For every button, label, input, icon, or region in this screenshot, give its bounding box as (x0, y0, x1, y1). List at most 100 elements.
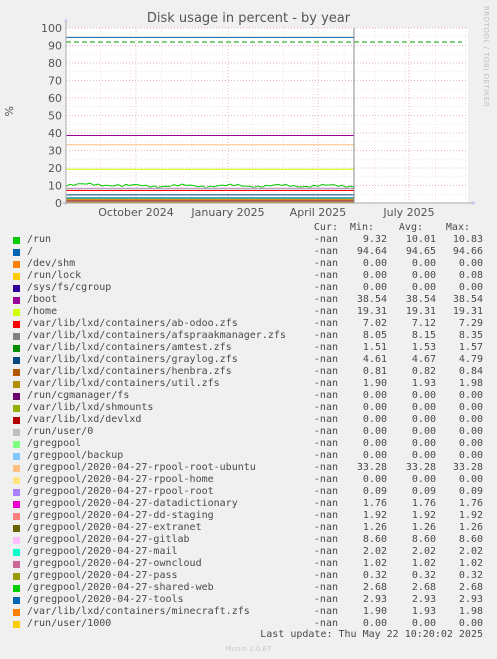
legend-swatch (13, 585, 20, 592)
legend-series-name: /var/lib/lxd/containers/graylog.zfs (27, 354, 238, 365)
legend-max-value: 4.79 (458, 354, 483, 365)
legend-max-value: 0.00 (458, 474, 483, 485)
x-tick-label: July 2025 (382, 206, 434, 219)
legend-swatch (13, 345, 20, 352)
legend-row: /gregpool/2020-04-27-gitlab -nan 8.60 8.60 8… (0, 534, 497, 546)
legend-row: /var/lib/lxd/containers/amtest.zfs -nan 1.… (0, 342, 497, 354)
legend-series-name: /gregpool/2020-04-27-gitlab (27, 534, 190, 545)
legend-max-value: 94.66 (452, 246, 483, 257)
legend-swatch (13, 489, 20, 496)
legend-row: /run -nan 9.32 10.01 10.83 (0, 234, 497, 246)
legend-series-name: /var/lib/lxd/containers/ab-odoo.zfs (27, 318, 238, 329)
legend-row: /boot -nan 38.54 38.54 38.54 (0, 294, 497, 306)
legend-row: /run/lock -nan 0.00 0.00 0.08 (0, 270, 497, 282)
legend-row: /gregpool -nan 0.00 0.00 0.00 (0, 438, 497, 450)
legend-row: /gregpool/backup -nan 0.00 0.00 0.00 (0, 450, 497, 462)
legend-max-value: 2.02 (458, 546, 483, 557)
legend-series-name: /gregpool (27, 438, 82, 449)
legend-series-name: /var/lib/lxd/containers/amtest.zfs (27, 342, 232, 353)
legend-swatch (13, 333, 20, 340)
y-axis-arrow (64, 18, 68, 22)
y-tick-label: 60 (48, 92, 62, 105)
legend-row: /run/cgmanager/fs -nan 0.00 0.00 0.00 (0, 390, 497, 402)
y-tick-label: 70 (48, 75, 62, 88)
legend-col-max: Max: (445, 222, 470, 233)
x-tick-label: January 2025 (190, 206, 264, 219)
legend-series-name: /var/lib/lxd/containers/henbra.zfs (27, 366, 232, 377)
legend-max-value: 1.26 (458, 522, 483, 533)
legend-series-name: /gregpool/2020-04-27-rpool-home (27, 474, 214, 485)
legend-swatch (13, 477, 20, 484)
legend-swatch (13, 429, 20, 436)
legend-series-name: / (27, 246, 34, 257)
x-tick-label: October 2024 (98, 206, 174, 219)
legend-max-value: 0.00 (458, 258, 483, 269)
legend-swatch (13, 465, 20, 472)
legend-swatch (13, 501, 20, 508)
legend-row: /var/lib/lxd/containers/ab-odoo.zfs -nan 7… (0, 318, 497, 330)
legend-swatch (13, 453, 20, 460)
legend-row: /var/lib/lxd/containers/graylog.zfs -nan 4… (0, 354, 497, 366)
legend-row: /gregpool/2020-04-27-shared-web -nan 2.68 2… (0, 582, 497, 594)
legend-row: /gregpool/2020-04-27-owncloud -nan 1.02 1.0… (0, 558, 497, 570)
legend-max-value: 33.28 (452, 462, 483, 473)
x-tick-label: April 2025 (290, 206, 347, 219)
legend-swatch (13, 573, 20, 580)
legend-swatch (13, 393, 20, 400)
legend-max-value: 38.54 (452, 294, 483, 305)
legend-swatch (13, 609, 20, 616)
legend-row: /var/lib/lxd/containers/util.zfs -nan 1.90… (0, 378, 497, 390)
legend-series-name: /run/cgmanager/fs (27, 390, 130, 401)
y-tick-label: 10 (48, 180, 62, 193)
legend-series-name: /gregpool/2020-04-27-mail (27, 546, 178, 557)
legend-swatch (13, 513, 20, 520)
legend-row: /gregpool/2020-04-27-dd-staging -nan 1.92 1… (0, 510, 497, 522)
legend-series-name: /run (27, 234, 52, 245)
legend-series-name: /run/user/1000 (27, 618, 112, 629)
legend-max-value: 2.68 (458, 582, 483, 593)
y-tick-label: 90 (48, 40, 62, 53)
legend-series-name: /var/lib/lxd/containers/minecraft.zfs (27, 606, 250, 617)
legend-max-value: 0.84 (458, 366, 483, 377)
legend-row: /gregpool/2020-04-27-rpool-home -nan 0.00 0… (0, 474, 497, 486)
legend-row: /gregpool/2020-04-27-tools -nan 2.93 2.93 2.… (0, 594, 497, 606)
x-axis-arrow (472, 201, 476, 205)
legend-max-value: 1.98 (458, 606, 483, 617)
legend-row: /gregpool/2020-04-27-rpool-root-ubuntu -n… (0, 462, 497, 474)
y-tick-label: 80 (48, 57, 62, 70)
legend-max-value: 1.98 (458, 378, 483, 389)
legend-swatch (13, 441, 20, 448)
legend-row: / -nan 94.64 94.65 94.66 (0, 246, 497, 258)
legend-max-value: 0.09 (458, 486, 483, 497)
legend-max-value: 1.57 (458, 342, 483, 353)
legend-series-name: /var/lib/lxd/containers/afspraakmanager.… (27, 330, 286, 341)
y-tick-label: 0 (55, 197, 62, 210)
legend-row: /gregpool/2020-04-27-pass -nan 0.32 0.32 0.3… (0, 570, 497, 582)
y-tick-label: 30 (48, 145, 62, 158)
generator-label: Munin 2.0.67 (225, 645, 272, 653)
legend-max-value: 8.60 (458, 534, 483, 545)
legend-row: /var/lib/lxd/shmounts -nan 0.00 0.00 0.00 (0, 402, 497, 414)
legend-swatch (13, 525, 20, 532)
y-tick-label: 20 (48, 162, 62, 175)
last-update: Last update: Thu May 22 10:20:02 2025 (260, 629, 483, 640)
legend-max-value: 10.83 (452, 234, 483, 245)
legend-max-value: 0.00 (458, 390, 483, 401)
legend-row: /run/user/0 -nan 0.00 0.00 0.00 (0, 426, 497, 438)
legend-series-name: /gregpool/2020-04-27-tools (27, 594, 184, 605)
legend-swatch (13, 621, 20, 628)
legend-swatch (13, 561, 20, 568)
legend-series-name: /gregpool/2020-04-27-datadictionary (27, 498, 238, 509)
legend-row: /var/lib/lxd/devlxd -nan 0.00 0.00 0.00 (0, 414, 497, 426)
legend-row: /gregpool/2020-04-27-datadictionary -nan 1… (0, 498, 497, 510)
legend-series-name: /run/lock (27, 270, 82, 281)
legend-swatch (13, 237, 20, 244)
legend-swatch (13, 417, 20, 424)
legend-row: /gregpool/2020-04-27-extranet -nan 1.26 1.2… (0, 522, 497, 534)
legend-max-value: 7.29 (458, 318, 483, 329)
legend-series-name: /boot (27, 294, 58, 305)
legend-max-value: 0.00 (458, 402, 483, 413)
legend-series-name: /var/lib/lxd/containers/util.zfs (27, 378, 220, 389)
legend-max-value: 1.02 (458, 558, 483, 569)
legend-swatch (13, 321, 20, 328)
